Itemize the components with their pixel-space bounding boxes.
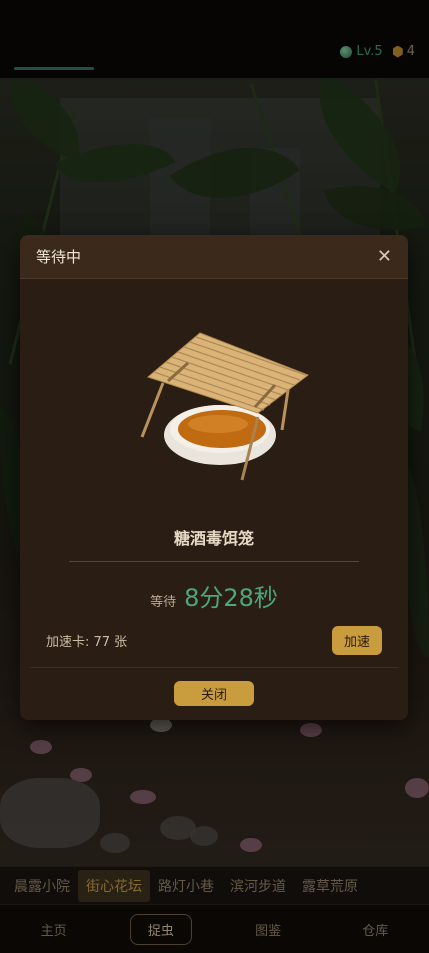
bait-trap-image <box>130 325 310 495</box>
dialog-header: 等待中 ✕ <box>20 235 408 279</box>
dialog-title: 等待中 <box>36 248 82 266</box>
trap-leg <box>140 382 165 438</box>
wait-timer: 等待 8分28秒 <box>20 578 408 613</box>
footer-divider <box>30 667 398 668</box>
syrup-highlight <box>188 415 248 433</box>
wait-label: 等待 <box>150 595 177 610</box>
close-icon[interactable]: ✕ <box>377 247 392 266</box>
waiting-dialog: 等待中 ✕ 糖酒毒饵笼 等待 8分28秒 加速卡: 77 张 加速 关闭 <box>20 235 408 720</box>
speed-up-button[interactable]: 加速 <box>331 625 382 655</box>
close-button[interactable]: 关闭 <box>174 681 254 706</box>
bamboo-mat <box>146 332 310 414</box>
speed-card-count: 加速卡: 77 张 <box>46 634 128 650</box>
bait-trap-illustration <box>140 332 310 481</box>
speed-up-row: 加速卡: 77 张 加速 <box>46 625 382 655</box>
divider <box>69 561 359 562</box>
item-name: 糖酒毒饵笼 <box>173 529 254 548</box>
wait-time: 8分28秒 <box>184 584 278 612</box>
